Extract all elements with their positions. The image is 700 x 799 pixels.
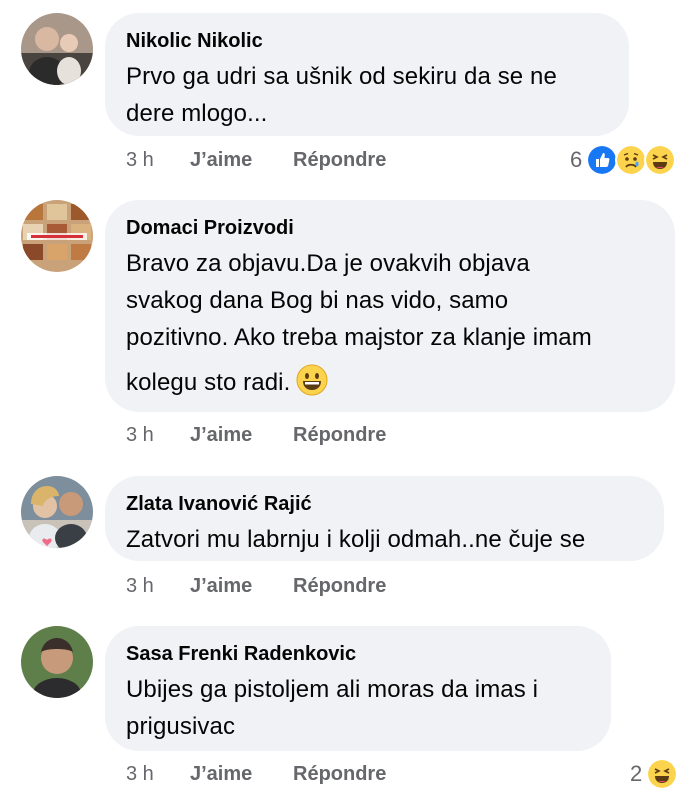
avatar-photo-icon <box>21 476 93 548</box>
avatar[interactable] <box>21 13 93 85</box>
comment-text-line: dere mlogo... <box>126 100 268 127</box>
avatar-photo-icon <box>21 13 93 85</box>
comment-text-line: pozitivno. Ako treba majstor za klanje i… <box>126 324 592 351</box>
comment-bubble: Zlata Ivanović Rajić Zatvori mu labrnju … <box>105 476 664 561</box>
comment-text-line: Zatvori mu labrnju i kolji odmah..ne čuj… <box>126 526 586 553</box>
comment-timestamp[interactable]: 3 h <box>126 572 154 600</box>
comment-text-line: Prvo ga udri sa ušnik od sekiru da se ne <box>126 63 557 90</box>
avatar[interactable] <box>21 200 93 272</box>
comment-text-fragment: kolegu sto radi. <box>126 369 291 396</box>
comment-text-line: prigusivac <box>126 713 236 740</box>
avatar[interactable] <box>21 476 93 548</box>
sad-icon <box>615 144 648 176</box>
reaction-count: 2 <box>630 761 643 786</box>
avatar-photo-icon <box>21 626 93 698</box>
like-icon <box>586 144 619 176</box>
comment-author[interactable]: Zlata Ivanović Rajić <box>126 489 642 519</box>
reply-button[interactable]: Répondre <box>293 421 386 449</box>
reaction-summary[interactable]: 2 <box>630 758 679 790</box>
comment-author[interactable]: Domaci Proizvodi <box>126 213 653 243</box>
like-button[interactable]: J’aime <box>190 421 252 449</box>
comment-text-line: Bravo za objavu.Da je ovakvih objava <box>126 250 530 277</box>
avatar-photo-icon <box>21 200 93 272</box>
comment-author[interactable]: Nikolic Nikolic <box>126 26 607 56</box>
comment-timestamp[interactable]: 3 h <box>126 421 154 449</box>
like-button[interactable]: J’aime <box>190 572 252 600</box>
reaction-count: 6 <box>570 147 583 172</box>
reaction-summary[interactable]: 6 <box>570 144 677 176</box>
reply-button[interactable]: Répondre <box>293 760 386 788</box>
grinning-face-icon <box>296 364 328 396</box>
comment-bubble: Sasa Frenki Radenkovic Ubijes ga pistolj… <box>105 626 611 751</box>
comment-text-line: Ubijes ga pistoljem ali moras da imas i <box>126 676 539 703</box>
comment-timestamp[interactable]: 3 h <box>126 146 154 174</box>
comment-author[interactable]: Sasa Frenki Radenkovic <box>126 639 589 669</box>
comment-bubble: Domaci Proizvodi Bravo za objavu.Da je o… <box>105 200 675 412</box>
avatar[interactable] <box>21 626 93 698</box>
comment-text-line: svakog dana Bog bi nas vido, samo <box>126 287 509 314</box>
haha-icon <box>644 144 677 176</box>
reply-button[interactable]: Répondre <box>293 572 386 600</box>
comment-timestamp[interactable]: 3 h <box>126 760 154 788</box>
reply-button[interactable]: Répondre <box>293 146 386 174</box>
comment-bubble: Nikolic Nikolic Prvo ga udri sa ušnik od… <box>105 13 629 136</box>
like-button[interactable]: J’aime <box>190 146 252 174</box>
comment-text-line: kolegu sto radi. <box>126 364 653 401</box>
haha-icon <box>646 758 679 790</box>
like-button[interactable]: J’aime <box>190 760 252 788</box>
